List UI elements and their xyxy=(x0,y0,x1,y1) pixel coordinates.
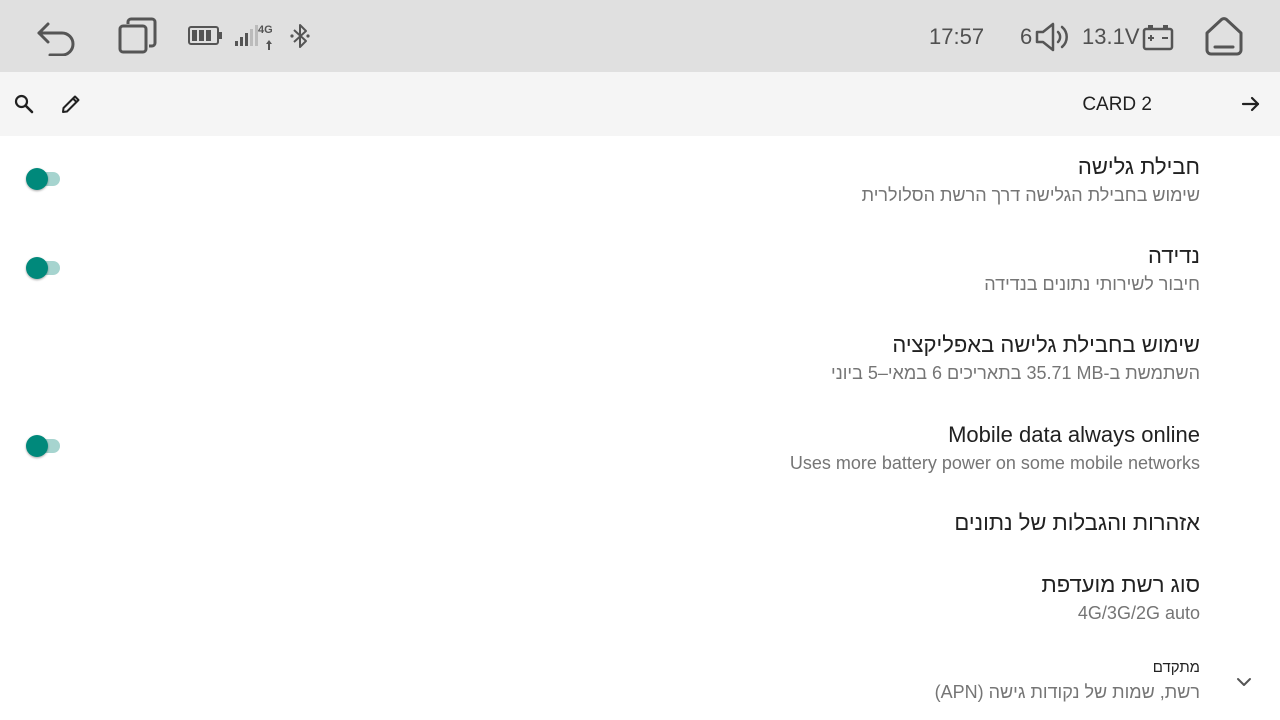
pref-roaming[interactable]: נדידה חיבור לשירותי נתונים בנדידה xyxy=(100,242,1200,298)
signal-icon xyxy=(234,24,260,48)
chevron-down-icon[interactable] xyxy=(1234,672,1254,692)
page-title: CARD 2 xyxy=(1082,94,1152,115)
always-online-switch[interactable] xyxy=(26,434,60,458)
network-type: 4G xyxy=(258,24,273,36)
arrow-right-icon[interactable] xyxy=(1240,93,1262,115)
pref-title: מתקדם xyxy=(1152,659,1200,676)
pref-summary: 4G/3G/2G auto xyxy=(1077,603,1200,623)
pref-title: שימוש בחבילת גלישה באפליקציה xyxy=(892,332,1200,357)
pref-title: Mobile data always online xyxy=(948,422,1200,447)
volume-level: 6 xyxy=(1020,24,1033,49)
pref-mobile-data-always-online[interactable]: Mobile data always online Uses more batt… xyxy=(100,421,1200,477)
pref-summary: שימוש בחבילת הגלישה דרך הרשת הסלולרית xyxy=(861,185,1200,205)
pref-title: נדידה xyxy=(1148,243,1200,268)
switch-thumb xyxy=(26,168,48,190)
clock: 17:57 xyxy=(929,24,985,49)
pref-summary: השתמשת ב-‎35.71 MB‏ בתאריכים 6 במאי–5 בי… xyxy=(831,363,1200,383)
pref-app-data-usage[interactable]: שימוש בחבילת גלישה באפליקציה השתמשת ב-‎3… xyxy=(100,331,1200,387)
pref-title: חבילת גלישה xyxy=(1077,154,1200,179)
switch-thumb xyxy=(26,435,48,457)
data-activity-icon xyxy=(266,37,272,50)
pref-summary: חיבור לשירותי נתונים בנדידה xyxy=(984,274,1200,294)
pref-advanced[interactable]: מתקדם רשת, שמות של נקודות גישה (APN) xyxy=(100,658,1200,706)
pref-summary: Uses more battery power on some mobile n… xyxy=(789,453,1200,473)
pref-data-warning-limit[interactable]: אזהרות והגבלות של נתונים xyxy=(100,509,1200,537)
pencil-icon[interactable] xyxy=(60,93,82,115)
recents-icon[interactable] xyxy=(118,17,158,57)
roaming-switch[interactable] xyxy=(26,256,60,280)
status-bar: 4G 17:57 6 13.1V xyxy=(0,0,1280,72)
pref-preferred-network-type[interactable]: סוג רשת מועדפת 4G/3G/2G auto xyxy=(100,571,1200,627)
voltage-reading: 13.1V xyxy=(1082,24,1140,49)
speaker-icon[interactable] xyxy=(1034,20,1072,54)
battery-icon xyxy=(188,25,224,47)
pref-title: אזהרות והגבלות של נתונים xyxy=(954,510,1200,535)
back-arrow-icon[interactable] xyxy=(34,16,78,57)
car-battery-icon xyxy=(1142,22,1174,52)
home-icon[interactable] xyxy=(1204,16,1244,58)
mobile-data-switch[interactable] xyxy=(26,167,60,191)
pref-mobile-data[interactable]: חבילת גלישה שימוש בחבילת הגלישה דרך הרשת… xyxy=(100,153,1200,209)
pref-summary: רשת, שמות של נקודות גישה (APN) xyxy=(934,682,1200,702)
search-icon[interactable] xyxy=(13,93,35,115)
switch-thumb xyxy=(26,257,48,279)
app-toolbar: CARD 2 xyxy=(0,72,1280,136)
bluetooth-icon xyxy=(288,22,312,50)
pref-title: סוג רשת מועדפת xyxy=(1041,572,1200,597)
